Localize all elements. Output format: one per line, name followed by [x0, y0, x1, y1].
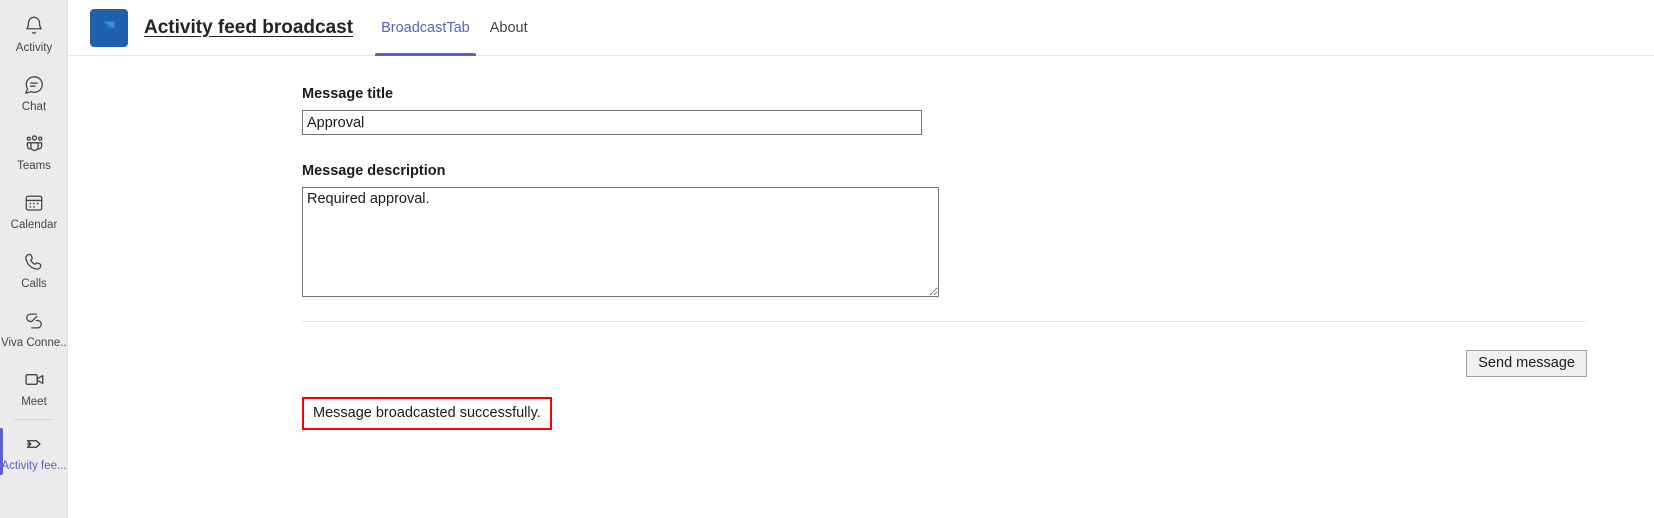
sidebar-item-calendar[interactable]: Calendar: [0, 181, 68, 240]
main-content-area: Activity feed broadcast BroadcastTab Abo…: [68, 0, 1654, 518]
sidebar-item-label: Activity: [15, 41, 53, 54]
viva-connections-icon: [21, 308, 47, 334]
send-message-button[interactable]: Send message: [1466, 350, 1587, 377]
sidebar-item-meet[interactable]: Meet: [0, 358, 68, 417]
tab-bar: BroadcastTab About: [371, 0, 538, 56]
rail-divider: [13, 419, 54, 420]
sidebar-item-calls[interactable]: Calls: [0, 240, 68, 299]
message-title-input[interactable]: [302, 110, 922, 135]
video-camera-icon: [21, 367, 47, 393]
send-button-row: Send message: [302, 350, 1587, 377]
sidebar-item-viva-connections[interactable]: Viva Conne...: [0, 299, 68, 358]
calendar-icon: [21, 190, 47, 216]
broadcast-form: Message title Message description Requir…: [68, 56, 1654, 430]
sidebar-item-label: Teams: [17, 159, 51, 172]
teams-icon: [21, 131, 47, 157]
sidebar-item-teams[interactable]: Teams: [0, 122, 68, 181]
tab-label: About: [489, 19, 528, 36]
page-title: Activity feed broadcast: [144, 16, 354, 38]
tab-label: BroadcastTab: [381, 19, 470, 36]
status-highlight-box: Message broadcasted successfully.: [302, 397, 552, 430]
sidebar-item-label: Chat: [21, 100, 47, 113]
bell-icon: [21, 13, 47, 39]
section-divider: [302, 321, 1587, 322]
sidebar-item-label: Viva Conne...: [1, 336, 67, 349]
app-logo-icon: [90, 8, 128, 47]
broadcast-icon: [21, 431, 47, 457]
message-description-label: Message description: [302, 163, 446, 179]
tab-about[interactable]: About: [480, 0, 538, 56]
field-spacer: [302, 135, 1654, 163]
sidebar-item-label: Calls: [21, 277, 47, 290]
sidebar-item-activity[interactable]: Activity: [0, 4, 68, 63]
message-title-label: Message title: [302, 86, 394, 102]
sidebar-item-chat[interactable]: Chat: [0, 63, 68, 122]
sidebar-item-activity-feed-broadcast[interactable]: Activity fee...: [0, 422, 68, 481]
tab-broadcasttab[interactable]: BroadcastTab: [371, 0, 480, 56]
sidebar-item-label: Activity fee...: [1, 459, 67, 472]
sidebar-item-label: Meet: [21, 395, 47, 408]
app-header-bar: Activity feed broadcast BroadcastTab Abo…: [68, 0, 1654, 56]
left-navigation-rail: Activity Chat Teams Calendar Calls Viva …: [0, 0, 68, 518]
status-message: Message broadcasted successfully.: [313, 405, 541, 421]
chat-icon: [21, 72, 47, 98]
phone-icon: [21, 249, 47, 275]
message-description-textarea[interactable]: Required approval.: [302, 187, 939, 297]
teams-app-window: Activity Chat Teams Calendar Calls Viva …: [0, 0, 1654, 518]
sidebar-item-label: Calendar: [10, 218, 58, 231]
